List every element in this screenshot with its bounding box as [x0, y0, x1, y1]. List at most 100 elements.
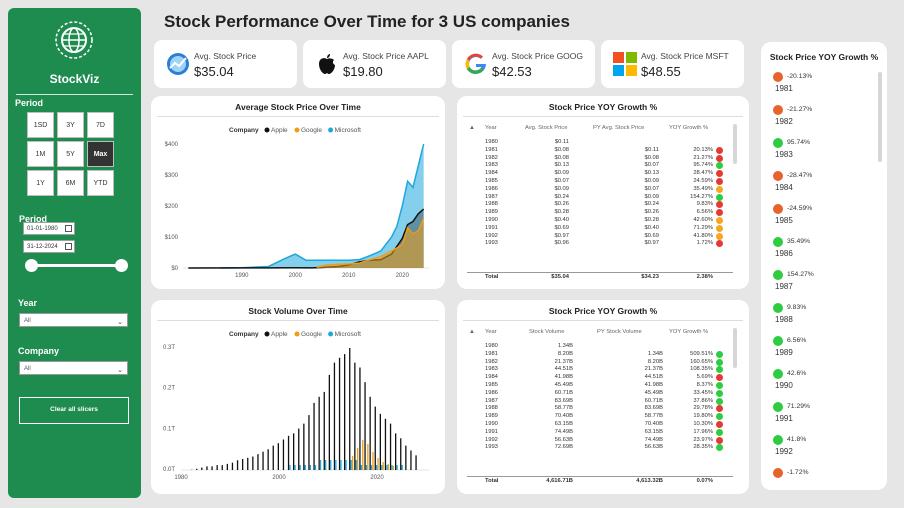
growth-value: 35.49%	[787, 238, 811, 245]
table-cell: 10.30%	[693, 421, 713, 427]
table-cell: $0.26	[644, 209, 659, 216]
scrollbar[interactable]	[878, 72, 882, 162]
up-indicator-icon	[773, 237, 783, 247]
column-header[interactable]: Stock Volume	[529, 329, 564, 335]
table-cell: 95.74%	[693, 162, 713, 169]
date-to-input[interactable]: 31-12-2024	[23, 240, 75, 253]
bar-apple	[405, 445, 407, 470]
slider-start-handle[interactable]	[25, 259, 38, 272]
divider	[157, 320, 439, 321]
up-indicator-icon	[773, 138, 783, 148]
x-tick-label: 2020	[396, 273, 410, 279]
table-cell: 160.65%	[690, 358, 713, 365]
dashboard: StockViz Period 1SD 3Y 7D 1M 5Y Max 1Y 6…	[0, 0, 904, 508]
slider-end-handle[interactable]	[115, 259, 128, 272]
bar-microsoft	[340, 460, 342, 470]
table-cell: $0.09	[554, 185, 569, 192]
table-cell: 1983	[485, 162, 498, 169]
period-button-5y[interactable]: 5Y	[57, 141, 84, 167]
date-from-value: 01-01-1980	[27, 226, 58, 232]
bar-apple	[247, 457, 249, 470]
year-value: 1983	[775, 150, 793, 159]
sort-arrow-icon[interactable]: ▲	[469, 125, 475, 131]
bar-apple	[196, 468, 198, 470]
column-header[interactable]: Avg. Stock Price	[525, 125, 567, 131]
period-button-1sd[interactable]: 1SD	[27, 112, 54, 138]
bar-google	[362, 440, 364, 470]
growth-value: 71.29%	[787, 403, 811, 410]
table-cell: 17.96%	[693, 428, 713, 435]
date-from-input[interactable]: 01-01-1980	[23, 222, 75, 235]
total-divider	[467, 272, 733, 273]
scrollbar[interactable]	[733, 124, 737, 164]
table-cell: 70.40B	[644, 421, 663, 427]
scrollbar[interactable]	[733, 328, 737, 368]
cross-icon	[716, 421, 723, 428]
table-cell: $0.08	[644, 154, 659, 161]
column-header[interactable]: Year	[485, 329, 497, 335]
company-label: Company	[18, 346, 60, 356]
table-cell: 33.45%	[693, 389, 713, 396]
bar-microsoft	[314, 465, 317, 470]
date-range-slider[interactable]	[32, 264, 122, 267]
warning-icon	[716, 217, 723, 224]
table-cell: $0.11	[644, 146, 659, 153]
warning-icon	[716, 232, 723, 240]
column-header[interactable]: PY Stock Volume	[597, 329, 642, 335]
kpi-value: $48.55	[641, 64, 681, 79]
period-button-7d[interactable]: 7D	[87, 112, 114, 138]
sort-arrow-icon[interactable]: ▲	[469, 329, 475, 335]
legend-label: Google	[301, 331, 322, 338]
y-tick-label: 0.2T	[163, 386, 175, 392]
down-indicator-icon	[773, 468, 783, 478]
period-button-3y[interactable]: 3Y	[57, 112, 84, 138]
bar-apple	[323, 391, 325, 470]
y-tick-label: $0	[171, 266, 178, 272]
down-indicator-icon	[773, 72, 783, 82]
warning-icon	[716, 224, 723, 232]
bar-apple	[389, 423, 392, 470]
column-header[interactable]: YOY Growth %	[669, 125, 708, 131]
chevron-down-icon: ⌄	[117, 367, 123, 374]
period-button-1m[interactable]: 1M	[27, 141, 54, 167]
price-yoy-table: ▲ Year Avg. Stock Price PY Avg. Stock Price…	[457, 96, 749, 289]
growth-value: -24.59%	[787, 205, 813, 212]
company-dropdown[interactable]: All ⌄	[19, 361, 128, 375]
bar-microsoft	[381, 465, 383, 470]
total-cell: $35.04	[551, 274, 569, 280]
bar-apple	[252, 456, 254, 470]
period-button-ytd[interactable]: YTD	[87, 170, 114, 196]
legend-label: Microsoft	[335, 331, 362, 338]
up-indicator-icon	[773, 402, 783, 412]
apple-logo-icon	[319, 54, 335, 74]
bar-apple	[257, 454, 259, 470]
year-dropdown[interactable]: All ⌄	[19, 313, 128, 327]
bar-microsoft	[350, 460, 352, 470]
kpi-value: $19.80	[343, 64, 383, 79]
table-cell: 1980	[485, 343, 498, 349]
volume-yoy-table: ▲ Year Stock Volume PY Stock Volume YOY Grow…	[457, 300, 749, 494]
legend-marker	[264, 127, 270, 133]
period-button-6m[interactable]: 6M	[57, 170, 84, 196]
column-header[interactable]: Year	[485, 125, 497, 131]
bar-microsoft	[309, 465, 311, 470]
period-button-max[interactable]: Max	[87, 141, 114, 167]
bar-apple	[379, 413, 381, 470]
x-tick-label: 2020	[370, 475, 384, 481]
period-button-1y[interactable]: 1Y	[27, 170, 54, 196]
calendar-icon[interactable]	[65, 243, 72, 250]
table-cell: 1982	[485, 358, 498, 365]
total-cell: $34.23	[641, 274, 659, 280]
x-tick-label: 2010	[342, 273, 356, 279]
column-header[interactable]: PY Avg. Stock Price	[593, 125, 644, 131]
column-header[interactable]: YOY Growth %	[669, 329, 708, 335]
growth-value: -21.27%	[787, 106, 813, 113]
cross-icon	[716, 154, 723, 162]
table-cell: 1988	[485, 405, 498, 412]
clear-all-slicers-button[interactable]: Clear all slicers	[19, 397, 129, 424]
table-cell: 63.15B	[554, 421, 573, 427]
total-cell: 4,616.71B	[546, 478, 573, 484]
x-tick-label: 1980	[174, 475, 188, 481]
calendar-icon[interactable]	[65, 225, 72, 232]
legend-label: Apple	[271, 127, 288, 134]
